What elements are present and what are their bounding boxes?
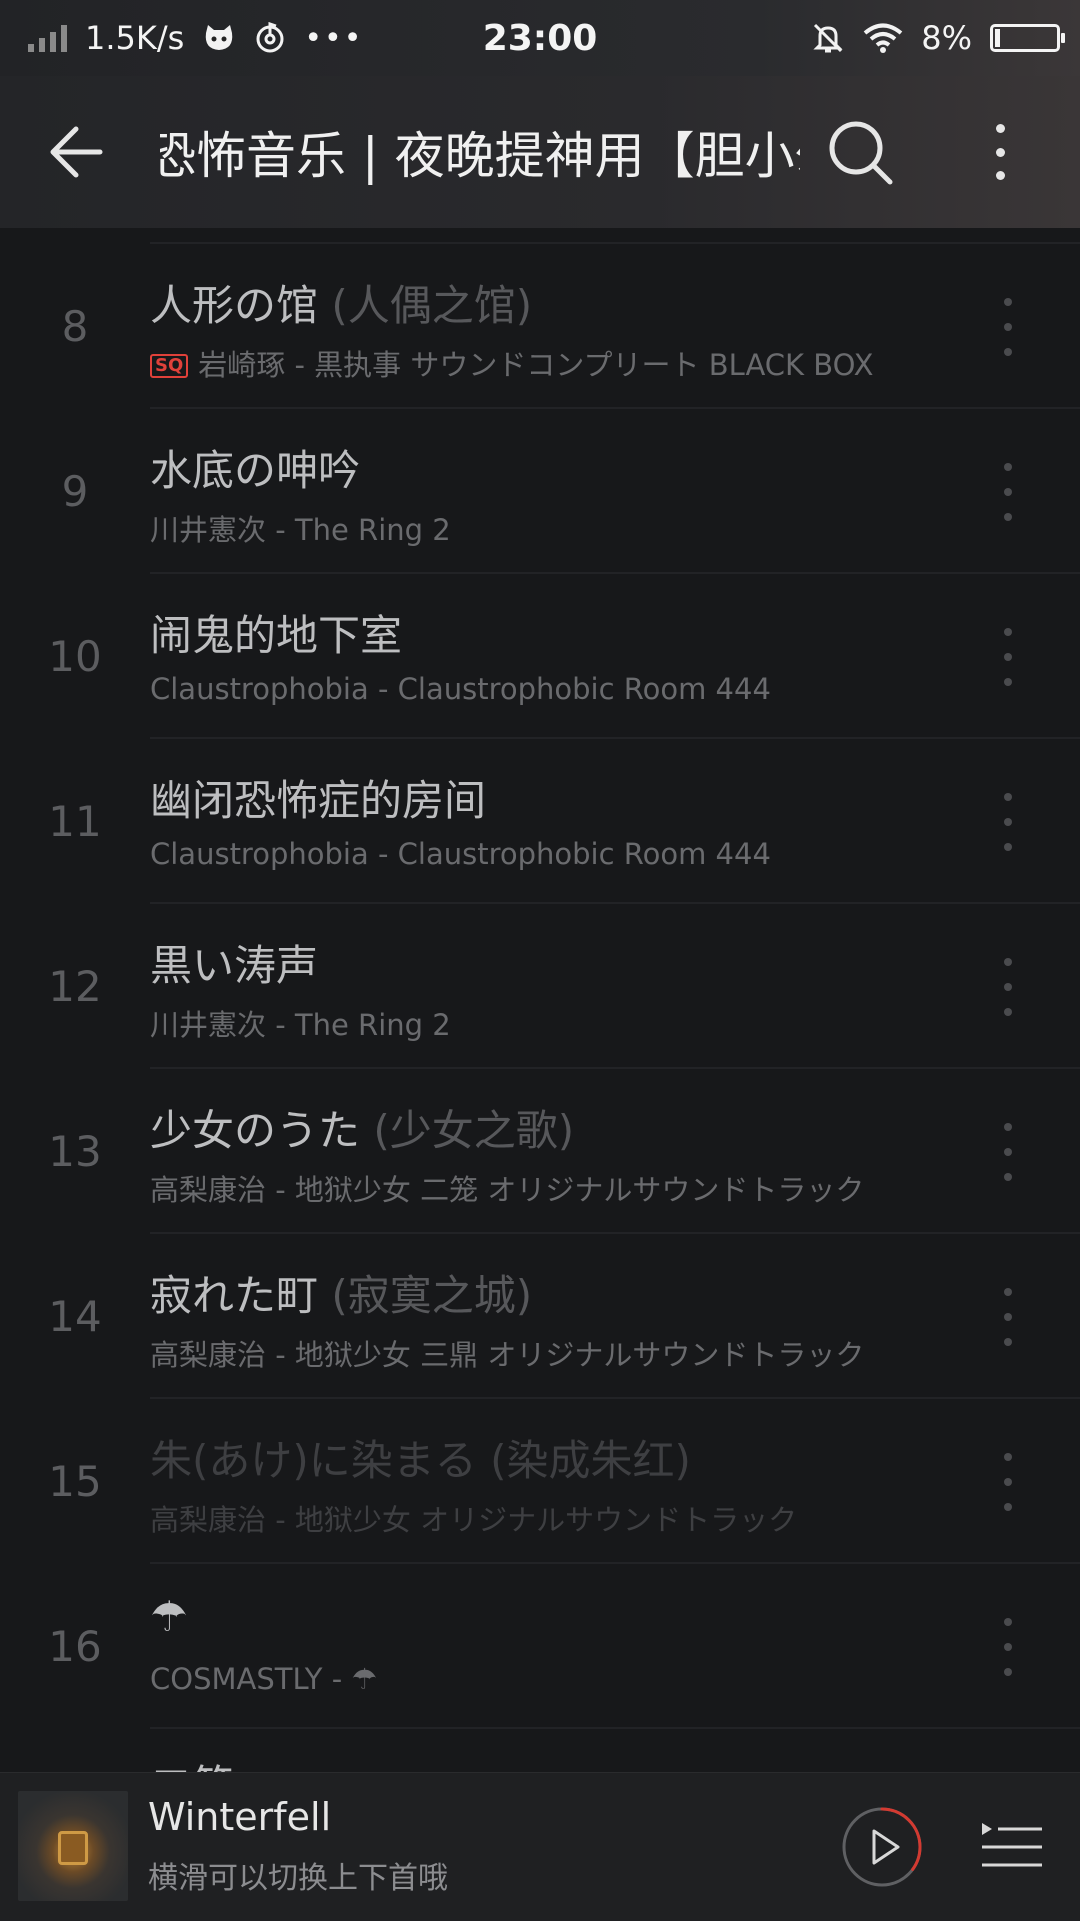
song-subtitle: SQ 岩崎琢 - 黒执事 サウンドコンプリート BLACK BOX — [150, 342, 920, 384]
song-artist-album: Claustrophobia - Claustrophobic Room 444 — [150, 837, 771, 871]
song-title-line: 黒い涛声 — [150, 932, 318, 993]
song-artist-album: 川井憲次 - The Ring 2 — [150, 513, 451, 547]
song-subtitle: 川井憲次 - The Ring 2 — [150, 1002, 920, 1044]
battery-icon — [990, 24, 1065, 52]
song-title-line: 水底の呻吟 — [150, 437, 360, 498]
song-more-icon[interactable] — [998, 1453, 1018, 1511]
netease-music-icon — [256, 22, 284, 53]
track-number: 14 — [48, 1292, 102, 1341]
signal-icon — [28, 24, 67, 52]
song-title: 幽闭恐怖症的房间 — [150, 776, 487, 825]
song-artist-album: 高梨康治 - 地狱少女 二笼 オリジナルサウンドトラック — [150, 1173, 865, 1207]
song-title-line: 寂れた町 (寂寞之城) — [150, 1262, 532, 1323]
search-icon[interactable] — [826, 118, 896, 188]
status-bar: 1.5K/s ••• 23:00 8% — [0, 0, 1080, 76]
song-title: 人形の馆 — [150, 281, 319, 330]
cat-app-icon — [206, 25, 233, 50]
song-subtitle: 高梨康治 - 地狱少女 オリジナルサウンドトラック — [150, 1497, 920, 1539]
song-title-line: 人形の馆 (人偶之馆) — [150, 272, 532, 333]
now-playing-title: Winterfell — [148, 1795, 332, 1839]
song-subtitle: COSMASTLY - ☂ — [150, 1662, 920, 1696]
divider — [150, 1727, 1080, 1729]
song-row[interactable]: 10 闹鬼的地下室 Claustrophobia - Claustrophobic … — [0, 574, 1080, 739]
song-title-line: ☂ — [150, 1592, 188, 1641]
song-title: ☂ — [150, 1592, 188, 1641]
wifi-icon — [863, 23, 903, 53]
song-more-icon[interactable] — [998, 1288, 1018, 1346]
song-list: 8 人形の馆 (人偶之馆) SQ 岩崎琢 - 黒执事 サウンドコンプリート BLACK… — [0, 228, 1080, 1772]
playlist-icon[interactable] — [980, 1819, 1044, 1875]
song-title-line: 闹鬼的地下室 — [150, 602, 402, 663]
play-icon[interactable] — [840, 1805, 924, 1889]
song-subtitle: 高梨康治 - 地狱少女 三鼎 オリジナルサウンドトラック — [150, 1332, 920, 1374]
track-number: 9 — [61, 467, 89, 516]
song-title: 寂れた町 — [150, 1271, 319, 1320]
song-alias: (少女之歌) — [373, 1106, 575, 1155]
song-subtitle: 高梨康治 - 地狱少女 二笼 オリジナルサウンドトラック — [150, 1167, 920, 1209]
song-title: 少女のうた — [150, 1106, 361, 1155]
song-more-icon[interactable] — [998, 1123, 1018, 1181]
song-more-icon[interactable] — [998, 1618, 1018, 1676]
song-row[interactable]: 16 ☂ COSMASTLY - ☂ — [0, 1564, 1080, 1729]
song-artist-album: 川井憲次 - The Ring 2 — [150, 1008, 451, 1042]
song-row[interactable]: 12 黒い涛声川井憲次 - The Ring 2 — [0, 904, 1080, 1069]
song-more-icon[interactable] — [998, 793, 1018, 851]
next-song-peek: 二笼 — [150, 1752, 234, 1772]
song-row[interactable]: 14 寂れた町 (寂寞之城) 高梨康治 - 地狱少女 三鼎 オリジナルサウンドトラッ… — [0, 1234, 1080, 1399]
more-vertical-icon[interactable] — [980, 116, 1020, 188]
song-artist-album: 高梨康治 - 地狱少女 三鼎 オリジナルサウンドトラック — [150, 1338, 865, 1372]
battery-percent: 8% — [921, 19, 972, 57]
track-number: 15 — [48, 1457, 102, 1506]
song-title-line: 少女のうた (少女之歌) — [150, 1097, 574, 1158]
song-title-line: 幽闭恐怖症的房间 — [150, 767, 486, 828]
song-title-line: 朱(あけ)に染まる (染成朱红) — [150, 1427, 691, 1488]
song-subtitle: 川井憲次 - The Ring 2 — [150, 507, 920, 549]
song-subtitle: Claustrophobia - Claustrophobic Room 444 — [150, 837, 920, 871]
song-subtitle: Claustrophobia - Claustrophobic Room 444 — [150, 672, 920, 706]
now-playing-hint: 横滑可以切换上下首哦 — [148, 1861, 448, 1896]
sq-badge: SQ — [150, 354, 189, 378]
top-bar: 恐怖音乐 | 夜晚提神用【胆小勿入】 — [0, 76, 1080, 228]
song-alias: (染成朱红) — [490, 1436, 691, 1485]
song-alias: (寂寞之城) — [331, 1271, 533, 1320]
song-title: 朱(あけ)に染まる — [150, 1436, 477, 1485]
playlist-title: 恐怖音乐 | 夜晚提神用【胆小勿入】 — [160, 127, 800, 185]
song-artist-album: 高梨康治 - 地狱少女 オリジナルサウンドトラック — [150, 1503, 798, 1537]
track-number: 10 — [48, 632, 102, 681]
song-more-icon[interactable] — [998, 958, 1018, 1016]
song-row[interactable]: 15 朱(あけ)に染まる (染成朱红) 高梨康治 - 地狱少女 オリジナルサウンドト… — [0, 1399, 1080, 1564]
track-number: 12 — [48, 962, 102, 1011]
song-row[interactable]: 8 人形の馆 (人偶之馆) SQ 岩崎琢 - 黒执事 サウンドコンプリート BLACK… — [0, 244, 1080, 409]
track-number: 11 — [48, 797, 102, 846]
song-row[interactable]: 13 少女のうた (少女之歌) 高梨康治 - 地狱少女 二笼 オリジナルサウンドトラ… — [0, 1069, 1080, 1234]
song-title: 闹鬼的地下室 — [150, 611, 403, 660]
more-notifications-icon: ••• — [304, 20, 364, 56]
clock: 23:00 — [482, 17, 598, 59]
song-artist-album: Claustrophobia - Claustrophobic Room 444 — [150, 672, 771, 706]
song-artist-album: COSMASTLY - ☂ — [150, 1662, 378, 1696]
song-more-icon[interactable] — [998, 463, 1018, 521]
song-title: 水底の呻吟 — [150, 446, 361, 495]
bell-off-icon — [813, 23, 843, 53]
song-title: 黒い涛声 — [150, 941, 319, 990]
song-alias: (人偶之馆) — [331, 281, 533, 330]
playlist-title-wrap: 恐怖音乐 | 夜晚提神用【胆小勿入】 — [160, 76, 800, 228]
song-artist-album: 岩崎琢 - 黒执事 サウンドコンプリート BLACK BOX — [198, 348, 874, 382]
track-number: 16 — [48, 1622, 102, 1671]
album-cover[interactable] — [18, 1791, 128, 1901]
mini-player[interactable]: Winterfell 横滑可以切换上下首哦 — [0, 1772, 1080, 1921]
song-more-icon[interactable] — [998, 628, 1018, 686]
song-row[interactable]: 9 水底の呻吟川井憲次 - The Ring 2 — [0, 409, 1080, 574]
track-number: 13 — [48, 1127, 102, 1176]
net-speed: 1.5K/s — [85, 19, 185, 57]
arrow-left-icon[interactable] — [40, 112, 120, 192]
track-number: 8 — [61, 302, 89, 351]
song-more-icon[interactable] — [998, 298, 1018, 356]
song-row[interactable]: 11 幽闭恐怖症的房间 Claustrophobia - Claustrophobi… — [0, 739, 1080, 904]
